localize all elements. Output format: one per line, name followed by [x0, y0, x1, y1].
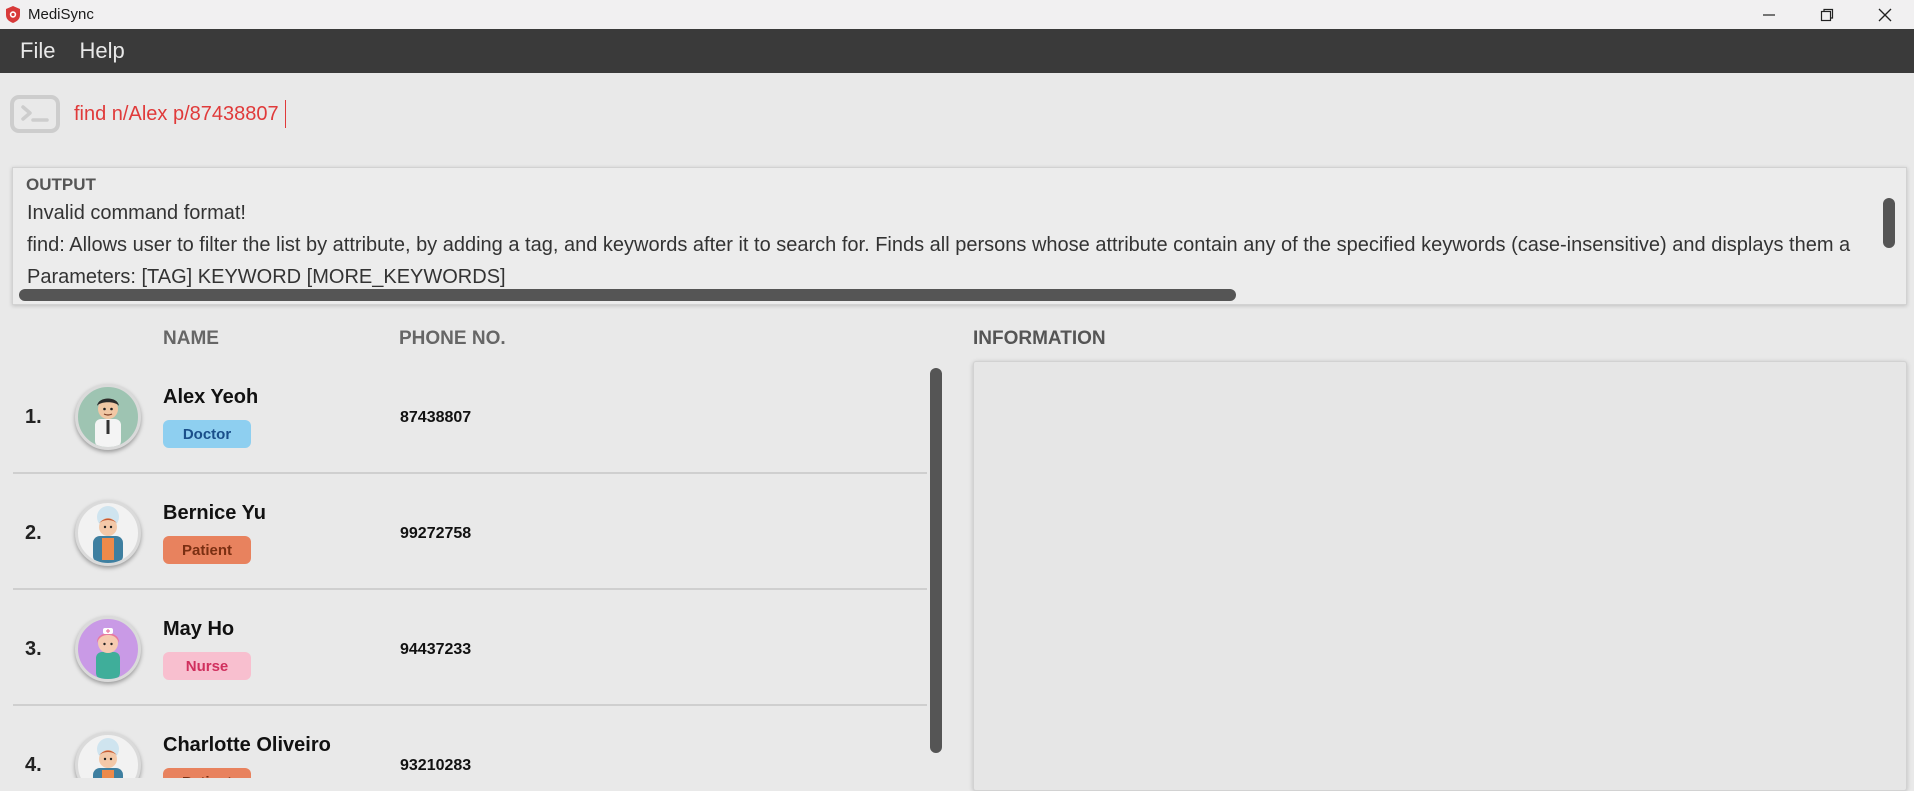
information-header: INFORMATION: [973, 328, 1106, 349]
restore-button[interactable]: [1798, 0, 1856, 29]
terminal-icon: [10, 95, 60, 133]
person-index: 4.: [25, 754, 42, 776]
restore-icon: [1820, 8, 1834, 21]
role-tag-doctor: Doctor: [163, 420, 251, 448]
doctor-avatar-icon: [75, 384, 141, 450]
output-vertical-scrollbar[interactable]: [1883, 198, 1895, 248]
patient-avatar-icon: [75, 732, 141, 778]
text-caret: [285, 100, 286, 128]
role-tag-patient: Patient: [163, 768, 251, 778]
person-name: May Ho: [163, 618, 235, 640]
person-name: Bernice Yu: [163, 502, 267, 524]
list-scrollbar[interactable]: [930, 368, 942, 753]
nurse-avatar-icon: [75, 616, 141, 682]
minimize-icon: [1763, 13, 1775, 16]
command-bar: [0, 73, 1914, 148]
person-phone: 99272758: [400, 525, 472, 542]
output-line: Parameters: [TAG] KEYWORD [MORE_KEYWORDS…: [27, 266, 506, 288]
person-name: Alex Yeoh: [163, 386, 259, 408]
role-tag-nurse: Nurse: [163, 652, 251, 680]
output-label: OUTPUT: [26, 175, 96, 194]
person-phone: 93210283: [400, 757, 472, 774]
close-icon: [1878, 8, 1892, 21]
menu-file[interactable]: File: [20, 38, 55, 64]
person-card[interactable]: 1. Alex Yeoh Doctor 87438807: [13, 358, 927, 474]
output-line: find: Allows user to filter the list by …: [27, 234, 1851, 256]
menu-help[interactable]: Help: [79, 38, 124, 64]
phone-column-header: PHONE NO.: [399, 328, 506, 349]
app-logo-icon: [5, 6, 21, 23]
role-tag-patient: Patient: [163, 536, 251, 564]
close-button[interactable]: [1856, 0, 1914, 29]
output-horizontal-scrollbar[interactable]: [19, 289, 1236, 301]
person-list: 1. Alex Yeoh Doctor 87438807 2. Bernice …: [0, 358, 930, 778]
result-display[interactable]: OUTPUT Invalid command format! find: All…: [12, 167, 1907, 305]
person-index: 2.: [25, 522, 42, 544]
name-column-header: NAME: [163, 328, 219, 349]
minimize-button[interactable]: [1740, 0, 1798, 29]
person-card[interactable]: 3. May Ho Nurse 94437233: [13, 590, 927, 706]
command-input[interactable]: [74, 99, 1074, 129]
output-line: Invalid command format!: [27, 202, 246, 224]
person-index: 3.: [25, 638, 42, 660]
person-phone: 87438807: [400, 409, 472, 426]
person-card[interactable]: 2. Bernice Yu Patient 99272758: [13, 474, 927, 590]
person-index: 1.: [25, 406, 42, 428]
person-card[interactable]: 4. Charlotte Oliveiro Patient 93210283: [13, 706, 927, 778]
window-title: MediSync: [28, 6, 94, 23]
title-bar: MediSync: [0, 0, 1914, 29]
information-panel: [973, 361, 1907, 791]
person-name: Charlotte Oliveiro: [163, 734, 331, 756]
person-phone: 94437233: [400, 641, 472, 658]
patient-avatar-icon: [75, 500, 141, 566]
menu-bar: File Help: [0, 29, 1914, 73]
